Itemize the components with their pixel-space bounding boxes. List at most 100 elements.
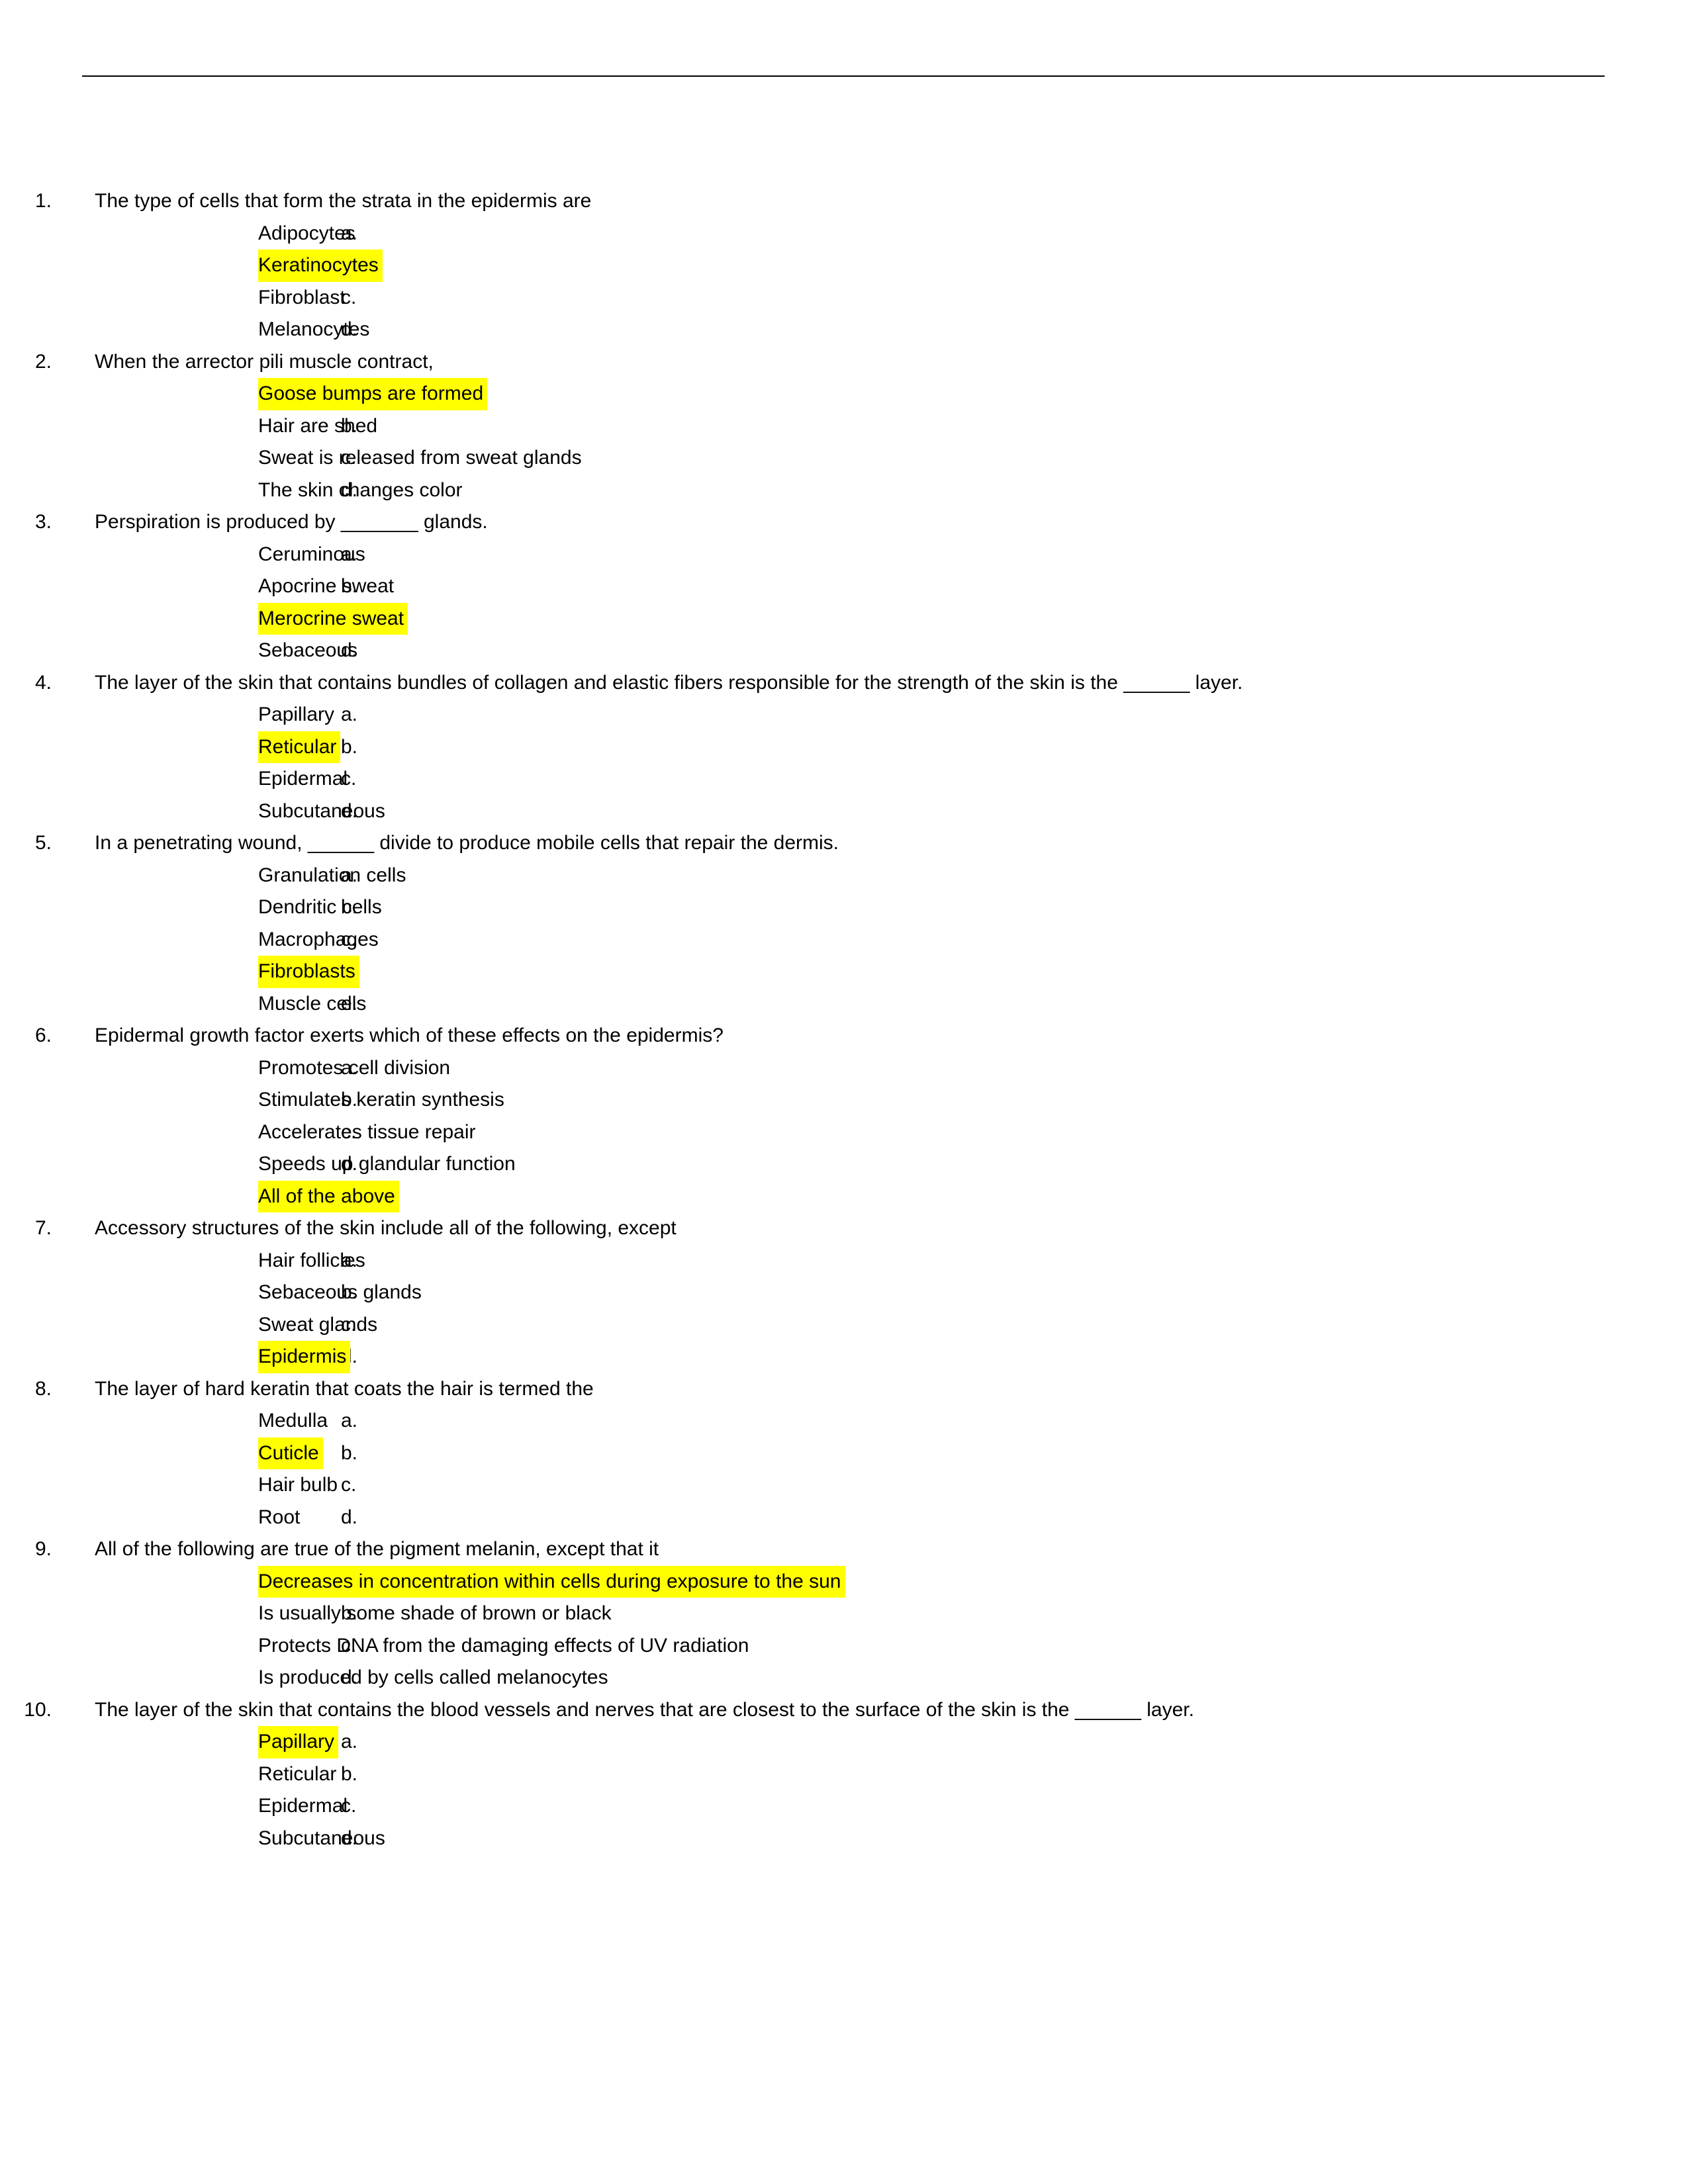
option-text-highlighted: Merocrine sweat bbox=[258, 602, 408, 635]
question-row: 6. Epidermal growth factor exerts which o… bbox=[0, 1020, 1688, 1052]
option-item[interactable]: a. Medulla bbox=[0, 1405, 1688, 1437]
option-item[interactable]: c. Accelerates tissue repair bbox=[0, 1116, 1688, 1149]
option-list: a. Medulla b. Cuticle c. Hair bulb d. Root bbox=[0, 1405, 1688, 1533]
option-item[interactable]: d.Epidermis bbox=[0, 1341, 1688, 1373]
option-item[interactable]: b. Hair are shed bbox=[0, 410, 1688, 443]
option-item[interactable]: d. The skin changes color bbox=[0, 475, 1688, 507]
option-text-highlighted: Reticular bbox=[258, 731, 341, 763]
document-content: 1. The type of cells that form the strata… bbox=[0, 185, 1688, 1854]
option-list: a.Decreases in concentration within cell… bbox=[0, 1565, 1688, 1694]
option-item[interactable]: d. Melanocytes bbox=[0, 314, 1688, 346]
option-item[interactable]: c. Epidermal bbox=[0, 763, 1688, 796]
option-item[interactable]: d.Fibroblasts bbox=[0, 956, 1688, 988]
option-item[interactable]: b.Keratinocytes bbox=[0, 250, 1688, 282]
option-item[interactable]: a. Papillary bbox=[0, 1726, 1688, 1758]
option-item[interactable]: c. Fibroblast bbox=[0, 282, 1688, 314]
option-item[interactable]: c. Sweat is released from sweat glands bbox=[0, 442, 1688, 475]
question-row: 2. When the arrector pili muscle contract… bbox=[0, 346, 1688, 379]
question-text: The layer of the skin that contains the … bbox=[95, 1698, 1194, 1721]
option-item[interactable]: a. Hair follicles bbox=[0, 1245, 1688, 1277]
option-text: Accelerates tissue repair bbox=[258, 1120, 476, 1143]
option-text-highlighted: Fibroblasts bbox=[258, 956, 359, 988]
option-item[interactable]: d. Speeds up glandular function bbox=[0, 1148, 1688, 1181]
option-text: Medulla bbox=[258, 1410, 328, 1432]
option-list: a. Granulation cells b. Dendritic cells c. Ma… bbox=[0, 860, 1688, 1021]
question-item: 3. Perspiration is produced by _______ gl… bbox=[0, 506, 1688, 667]
option-text: Hair bulb bbox=[258, 1474, 338, 1496]
option-item[interactable]: b. Cuticle bbox=[0, 1437, 1688, 1469]
option-text: Is usually some shade of brown or black bbox=[258, 1602, 612, 1624]
option-text: Sweat is released from sweat glands bbox=[258, 447, 582, 469]
option-text: Root bbox=[258, 1506, 301, 1528]
option-list: a. Hair follicles b. Sebaceous glands c. Swea… bbox=[0, 1245, 1688, 1373]
question-number: 8. bbox=[34, 1377, 52, 1400]
option-list: a.Adipocytesb.Keratinocytesc.Fibroblastd… bbox=[0, 218, 1688, 346]
option-text: Adipocytes bbox=[258, 222, 355, 244]
question-item: 5. In a penetrating wound, ______ divide … bbox=[0, 827, 1688, 1020]
question-row: 8. The layer of hard keratin that coats t… bbox=[0, 1373, 1688, 1406]
question-item: 8. The layer of hard keratin that coats t… bbox=[0, 1373, 1688, 1534]
question-item: 6. Epidermal growth factor exerts which o… bbox=[0, 1020, 1688, 1212]
option-item[interactable]: b. Reticular bbox=[0, 1758, 1688, 1791]
option-item[interactable]: d. Subcutaneous bbox=[0, 796, 1688, 828]
option-item[interactable]: c. Macrophages bbox=[0, 924, 1688, 956]
option-text: Speeds up glandular function bbox=[258, 1153, 516, 1175]
option-list: a. Promotes cell division b. Stimulates ker… bbox=[0, 1052, 1688, 1212]
question-text: The type of cells that form the strata i… bbox=[95, 190, 592, 212]
option-item[interactable]: d. Root bbox=[0, 1502, 1688, 1534]
question-text: Perspiration is produced by _______ glan… bbox=[95, 511, 488, 533]
option-item[interactable]: a. Adipocytes bbox=[0, 218, 1688, 250]
question-list: 1. The type of cells that form the strata… bbox=[0, 185, 1688, 1854]
question-row: 5. In a penetrating wound, ______ divide … bbox=[0, 827, 1688, 860]
option-text: Epidermal bbox=[258, 1795, 348, 1817]
option-item[interactable]: a.Goose bumps are formed bbox=[0, 378, 1688, 410]
question-item: 10. The layer of the skin that contains t… bbox=[0, 1694, 1688, 1855]
option-list: a.Goose bumps are formedb.Hair are shedc… bbox=[0, 378, 1688, 506]
option-item[interactable]: b. Is usually some shade of brown or blac… bbox=[0, 1598, 1688, 1630]
option-item[interactable]: b. Apocrine sweat bbox=[0, 570, 1688, 603]
option-item[interactable]: d. Sebaceous bbox=[0, 635, 1688, 667]
option-item[interactable]: b. Reticular bbox=[0, 731, 1688, 763]
option-item[interactable]: a. Granulation cells bbox=[0, 860, 1688, 892]
option-text: Reticular bbox=[258, 1762, 337, 1785]
question-text: In a penetrating wound, ______ divide to… bbox=[95, 832, 839, 854]
option-text-highlighted: Papillary bbox=[258, 1726, 339, 1758]
question-number: 2. bbox=[34, 350, 52, 373]
option-text: Hair are shed bbox=[258, 414, 378, 437]
option-item[interactable]: d. Is produced by cells called melanocyte… bbox=[0, 1662, 1688, 1694]
question-row: 9. All of the following are true of the p… bbox=[0, 1533, 1688, 1566]
option-list: a.Ceruminousb.Apocrine sweatc.Merocrine … bbox=[0, 539, 1688, 667]
option-item[interactable]: d. Subcutaneous bbox=[0, 1823, 1688, 1855]
option-item[interactable]: b. Dendritic cells bbox=[0, 891, 1688, 924]
option-item[interactable]: b. Sebaceous glands bbox=[0, 1277, 1688, 1309]
option-item[interactable]: c. Protects DNA from the damaging effects… bbox=[0, 1630, 1688, 1662]
option-item[interactable]: a. Ceruminous bbox=[0, 539, 1688, 571]
option-item[interactable]: c. Epidermal bbox=[0, 1790, 1688, 1823]
question-row: 7. Accessory structures of the skin inclu… bbox=[0, 1212, 1688, 1245]
option-item[interactable]: c. Hair bulb bbox=[0, 1469, 1688, 1502]
option-text-highlighted: All of the above bbox=[258, 1180, 399, 1212]
option-text-highlighted: Cuticle bbox=[258, 1437, 323, 1469]
option-text-highlighted: Epidermis bbox=[258, 1341, 351, 1373]
option-text-highlighted: Decreases in concentration within cells … bbox=[258, 1565, 845, 1598]
option-item[interactable]: e. Muscle cells bbox=[0, 988, 1688, 1021]
option-item[interactable]: c.Merocrine sweat bbox=[0, 602, 1688, 635]
question-number: 4. bbox=[34, 671, 52, 694]
option-list: a. Papillary b. Reticular c. Epidermal d. Subcu… bbox=[0, 699, 1688, 827]
option-item[interactable]: a.Decreases in concentration within cell… bbox=[0, 1565, 1688, 1598]
option-text: Muscle cells bbox=[258, 992, 367, 1015]
question-row: 10. The layer of the skin that contains t… bbox=[0, 1694, 1688, 1727]
question-number: 3. bbox=[34, 511, 52, 533]
question-text: Accessory structures of the skin include… bbox=[95, 1217, 677, 1239]
option-item[interactable]: e.All of the above bbox=[0, 1180, 1688, 1212]
option-list: a. Papillary b. Reticular c. Epidermal d. Subcu… bbox=[0, 1726, 1688, 1854]
option-item[interactable]: c. Sweat glands bbox=[0, 1309, 1688, 1342]
option-text: Sweat glands bbox=[258, 1313, 378, 1336]
option-text-highlighted: Keratinocytes bbox=[258, 250, 383, 282]
question-number: 6. bbox=[34, 1024, 52, 1046]
option-item[interactable]: a. Papillary bbox=[0, 699, 1688, 731]
question-number: 1. bbox=[34, 190, 52, 212]
document-page: 1. The type of cells that form the strata… bbox=[0, 0, 1688, 2184]
option-item[interactable]: b. Stimulates keratin synthesis bbox=[0, 1084, 1688, 1116]
option-item[interactable]: a. Promotes cell division bbox=[0, 1052, 1688, 1085]
